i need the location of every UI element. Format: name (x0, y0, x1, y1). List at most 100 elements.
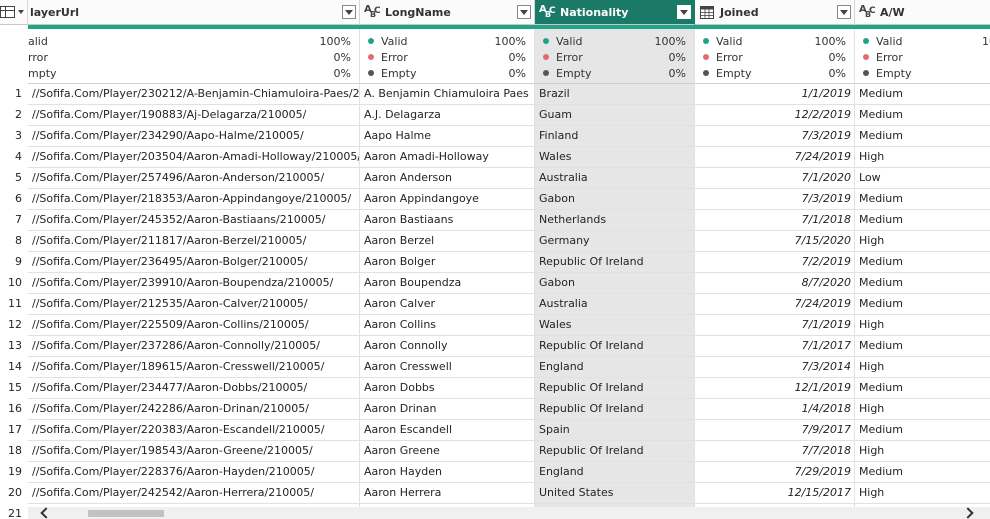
joined-cell[interactable]: 1/1/2019 (695, 84, 855, 105)
player-url-cell[interactable]: //Sofifa.Com/Player/242286/Aaron-Drinan/… (28, 399, 360, 420)
long-name-cell[interactable]: Aaron Collins (360, 315, 535, 336)
joined-cell[interactable]: 7/9/2017 (695, 420, 855, 441)
long-name-cell[interactable]: Aaron Anderson (360, 168, 535, 189)
nationality-cell[interactable]: Spain (535, 420, 695, 441)
player-url-cell[interactable]: //Sofifa.Com/Player/236495/Aaron-Bolger/… (28, 252, 360, 273)
aw-cell[interactable]: Medium (855, 189, 990, 210)
joined-cell[interactable]: 7/2/2019 (695, 252, 855, 273)
joined-cell[interactable]: 7/3/2019 (695, 189, 855, 210)
nationality-cell[interactable]: Guam (535, 105, 695, 126)
joined-cell[interactable]: 7/3/2014 (695, 357, 855, 378)
player-url-cell[interactable]: //Sofifa.Com/Player/212535/Aaron-Calver/… (28, 294, 360, 315)
joined-cell[interactable]: 7/1/2020 (695, 168, 855, 189)
nationality-cell[interactable]: Republic Of Ireland (535, 336, 695, 357)
player-url-cell[interactable]: //Sofifa.Com/Player/198543/Aaron-Greene/… (28, 441, 360, 462)
long-name-cell[interactable]: Aaron Calver (360, 294, 535, 315)
player-url-cell[interactable]: //Sofifa.Com/Player/257496/Aaron-Anderso… (28, 168, 360, 189)
scrollbar-thumb[interactable] (88, 510, 164, 517)
long-name-cell[interactable]: Aaron Escandell (360, 420, 535, 441)
joined-cell[interactable]: 7/7/2018 (695, 441, 855, 462)
long-name-cell[interactable]: Aaron Greene (360, 441, 535, 462)
player-url-cell[interactable]: //Sofifa.Com/Player/228376/Aaron-Hayden/… (28, 462, 360, 483)
aw-cell[interactable]: Medium (855, 336, 990, 357)
column-header-playerurl[interactable]: layerUrl (28, 0, 360, 25)
player-url-cell[interactable]: //Sofifa.Com/Player/190883/Aj-Delagarza/… (28, 105, 360, 126)
aw-cell[interactable]: Medium (855, 273, 990, 294)
text-type-icon[interactable]: ABC (538, 4, 556, 20)
nationality-cell[interactable]: Brazil (535, 84, 695, 105)
long-name-cell[interactable]: A. Benjamin Chiamuloira Paes (360, 84, 535, 105)
long-name-cell[interactable]: Aapo Halme (360, 126, 535, 147)
player-url-cell[interactable]: //Sofifa.Com/Player/234477/Aaron-Dobbs/2… (28, 378, 360, 399)
long-name-cell[interactable]: Aaron Amadi-Holloway (360, 147, 535, 168)
aw-cell[interactable]: High (855, 315, 990, 336)
nationality-cell[interactable]: Gabon (535, 273, 695, 294)
aw-cell[interactable]: Medium (855, 84, 990, 105)
long-name-cell[interactable]: Aaron Bastiaans (360, 210, 535, 231)
joined-cell[interactable]: 7/29/2019 (695, 462, 855, 483)
long-name-cell[interactable]: Aaron Dobbs (360, 378, 535, 399)
long-name-cell[interactable]: A.J. Delagarza (360, 105, 535, 126)
aw-cell[interactable]: Low (855, 168, 990, 189)
nationality-cell[interactable]: Gabon (535, 189, 695, 210)
long-name-cell[interactable]: Aaron Appindangoye (360, 189, 535, 210)
long-name-cell[interactable]: Aaron Boupendza (360, 273, 535, 294)
aw-cell[interactable]: Medium (855, 462, 990, 483)
player-url-cell[interactable]: //Sofifa.Com/Player/211817/Aaron-Berzel/… (28, 231, 360, 252)
long-name-cell[interactable]: Aaron Drinan (360, 399, 535, 420)
column-filter-dropdown[interactable] (342, 5, 356, 19)
joined-cell[interactable]: 7/24/2019 (695, 294, 855, 315)
nationality-cell[interactable]: Republic Of Ireland (535, 378, 695, 399)
joined-cell[interactable]: 7/3/2019 (695, 126, 855, 147)
column-header-nationality[interactable]: ABC Nationality (535, 0, 695, 25)
aw-cell[interactable]: Medium (855, 294, 990, 315)
long-name-cell[interactable]: Aaron Berzel (360, 231, 535, 252)
joined-cell[interactable]: 12/2/2019 (695, 105, 855, 126)
scroll-left-icon[interactable] (40, 507, 52, 519)
column-header-joined[interactable]: Joined (695, 0, 855, 25)
joined-cell[interactable]: 7/1/2018 (695, 210, 855, 231)
player-url-cell[interactable]: //Sofifa.Com/Player/237286/Aaron-Connoll… (28, 336, 360, 357)
joined-cell[interactable]: 7/15/2020 (695, 231, 855, 252)
joined-cell[interactable]: 7/24/2019 (695, 147, 855, 168)
aw-cell[interactable]: High (855, 231, 990, 252)
aw-cell[interactable]: High (855, 441, 990, 462)
player-url-cell[interactable]: //Sofifa.Com/Player/239910/Aaron-Boupend… (28, 273, 360, 294)
joined-cell[interactable]: 12/1/2019 (695, 378, 855, 399)
aw-cell[interactable]: High (855, 483, 990, 504)
nationality-cell[interactable]: Republic Of Ireland (535, 252, 695, 273)
text-type-icon[interactable]: ABC (858, 4, 876, 20)
aw-cell[interactable]: High (855, 147, 990, 168)
table-menu-button[interactable] (0, 0, 28, 25)
column-header-aw[interactable]: ABC A/W (855, 0, 990, 25)
long-name-cell[interactable]: Aaron Cresswell (360, 357, 535, 378)
nationality-cell[interactable]: Germany (535, 231, 695, 252)
player-url-cell[interactable]: //Sofifa.Com/Player/225509/Aaron-Collins… (28, 315, 360, 336)
nationality-cell[interactable]: Republic Of Ireland (535, 441, 695, 462)
nationality-cell[interactable]: England (535, 462, 695, 483)
player-url-cell[interactable]: //Sofifa.Com/Player/234290/Aapo-Halme/21… (28, 126, 360, 147)
horizontal-scrollbar[interactable] (28, 507, 990, 519)
aw-cell[interactable]: Medium (855, 420, 990, 441)
aw-cell[interactable]: Medium (855, 126, 990, 147)
data-grid[interactable]: layerUrl ABC LongName ABC Nationality Jo… (0, 0, 990, 519)
player-url-cell[interactable]: //Sofifa.Com/Player/230212/A-Benjamin-Ch… (28, 84, 360, 105)
player-url-cell[interactable]: //Sofifa.Com/Player/242542/Aaron-Herrera… (28, 483, 360, 504)
nationality-cell[interactable]: Australia (535, 168, 695, 189)
nationality-cell[interactable]: England (535, 357, 695, 378)
nationality-cell[interactable]: Wales (535, 147, 695, 168)
player-url-cell[interactable]: //Sofifa.Com/Player/220383/Aaron-Escande… (28, 420, 360, 441)
player-url-cell[interactable]: //Sofifa.Com/Player/245352/Aaron-Bastiaa… (28, 210, 360, 231)
player-url-cell[interactable]: //Sofifa.Com/Player/203504/Aaron-Amadi-H… (28, 147, 360, 168)
date-type-icon[interactable] (698, 4, 716, 20)
aw-cell[interactable]: High (855, 357, 990, 378)
aw-cell[interactable]: Medium (855, 378, 990, 399)
joined-cell[interactable]: 7/1/2019 (695, 315, 855, 336)
long-name-cell[interactable]: Aaron Connolly (360, 336, 535, 357)
joined-cell[interactable]: 12/15/2017 (695, 483, 855, 504)
scroll-right-icon[interactable] (962, 507, 974, 519)
joined-cell[interactable]: 8/7/2020 (695, 273, 855, 294)
long-name-cell[interactable]: Aaron Herrera (360, 483, 535, 504)
column-filter-dropdown[interactable] (517, 5, 531, 19)
nationality-cell[interactable]: Netherlands (535, 210, 695, 231)
